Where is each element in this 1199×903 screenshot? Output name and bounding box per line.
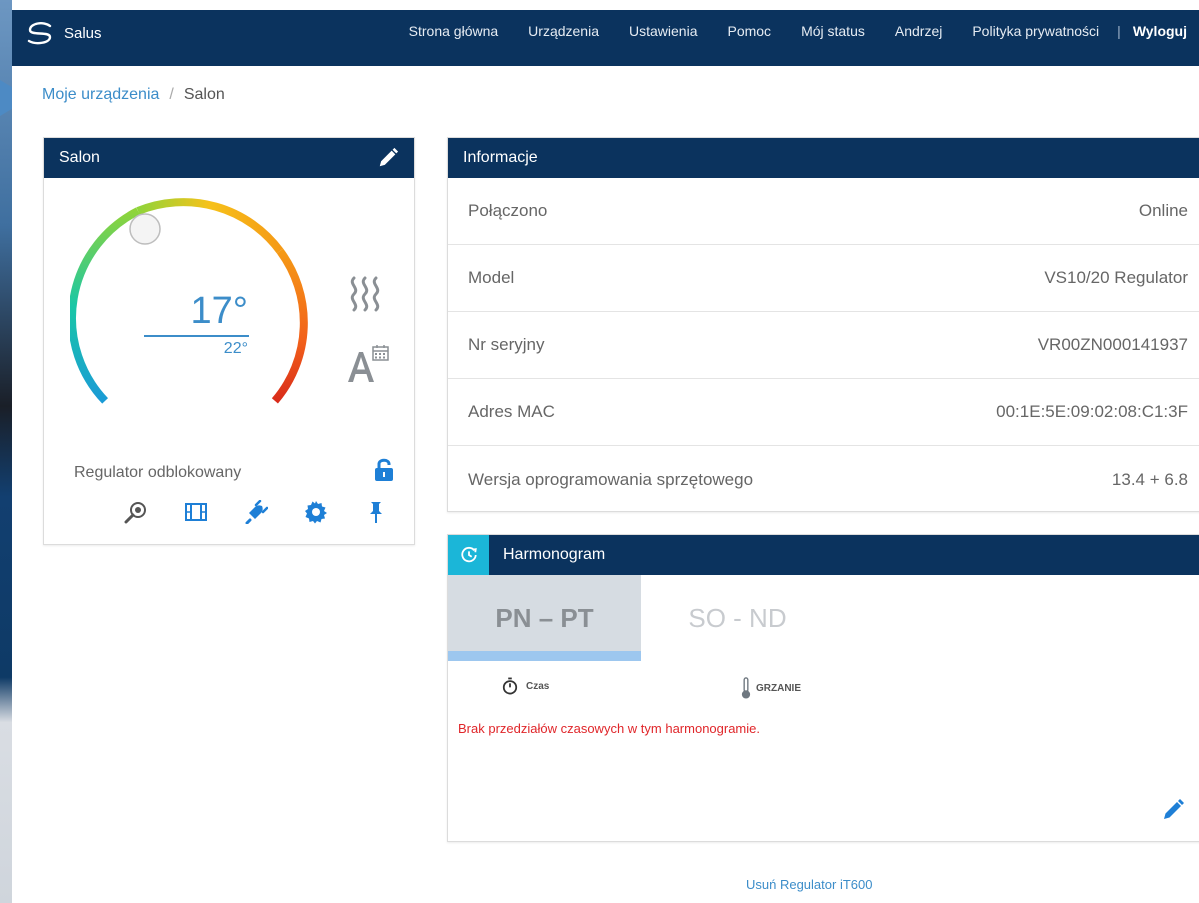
info-row-mac: Adres MAC 00:1E:5E:09:02:08:C1:3F <box>448 379 1199 446</box>
nav-separator: | <box>1117 23 1121 39</box>
nav-user[interactable]: Andrzej <box>895 23 942 39</box>
salus-logo-icon <box>27 22 52 45</box>
salus-logo[interactable]: Salus <box>24 21 102 45</box>
nav-my-status[interactable]: Mój status <box>801 23 865 39</box>
dial-handle <box>129 213 161 245</box>
info-row-firmware: Wersja oprogramowania sprzętowego 13.4 +… <box>448 446 1199 513</box>
schedule-icon-box <box>448 535 489 575</box>
identify-search-icon[interactable] <box>124 500 148 524</box>
device-panel: Salon 17° 22° Regulator odblokowany <box>43 137 415 545</box>
current-temperature: 17° <box>190 290 248 332</box>
breadcrumb: Moje urządzenia / Salon <box>42 86 225 104</box>
info-row-connected: Połączono Online <box>448 178 1199 245</box>
column-time: Czas <box>502 677 549 695</box>
schedule-clock-icon <box>460 546 477 563</box>
set-temperature: 22° <box>223 340 248 357</box>
plug-icon[interactable] <box>244 500 268 524</box>
logo-text: Salus <box>64 24 102 42</box>
thermometer-icon <box>741 677 751 699</box>
nav-help[interactable]: Pomoc <box>727 23 771 39</box>
nav-logout[interactable]: Wyloguj <box>1133 23 1187 39</box>
info-label: Połączono <box>468 201 548 220</box>
schedule-tabs: PN – PT SO - ND <box>448 575 1199 661</box>
breadcrumb-separator: / <box>169 86 174 103</box>
info-label: Model <box>468 268 515 287</box>
schedule-panel: Harmonogram PN – PT SO - ND Czas GRZANIE <box>447 534 1199 842</box>
column-heating-label: GRZANIE <box>756 682 801 694</box>
tab-weekend[interactable]: SO - ND <box>641 575 834 661</box>
auto-schedule-mode-icon[interactable] <box>346 344 390 384</box>
info-label: Nr seryjny <box>468 335 545 354</box>
top-navigation-bar: Salus Strona główna Urządzenia Ustawieni… <box>12 10 1199 66</box>
main-nav: Strona główna Urządzenia Ustawienia Pomo… <box>379 23 1187 39</box>
schedule-columns: Czas GRZANIE <box>448 677 1199 701</box>
schedule-header: Harmonogram <box>448 535 1199 575</box>
schedule-title: Harmonogram <box>503 546 606 563</box>
device-actions <box>124 500 388 524</box>
tab-weekdays[interactable]: PN – PT <box>448 575 641 661</box>
schedule-empty-message: Brak przedziałów czasowych w tym harmono… <box>458 721 760 736</box>
breadcrumb-current: Salon <box>183 86 225 103</box>
info-value: VR00ZN000141937 <box>1037 335 1188 354</box>
column-time-label: Czas <box>526 680 550 692</box>
info-value: Online <box>1138 201 1188 220</box>
nav-home[interactable]: Strona główna <box>409 23 499 39</box>
info-row-serial: Nr seryjny VR00ZN000141937 <box>448 312 1199 379</box>
gear-icon[interactable] <box>304 500 328 524</box>
breadcrumb-my-devices[interactable]: Moje urządzenia <box>42 86 159 103</box>
info-value: 13.4 + 6.8 <box>1111 469 1188 489</box>
edit-schedule-pencil-icon[interactable] <box>1162 797 1186 821</box>
info-value: VS10/20 Regulator <box>1044 268 1188 287</box>
device-panel-header: Salon <box>44 138 414 178</box>
column-heating: GRZANIE <box>740 677 801 699</box>
info-value: 00:1E:5E:09:02:08:C1:3F <box>996 402 1188 421</box>
remove-device-link[interactable]: Usuń Regulator iT600 <box>746 877 872 892</box>
device-title: Salon <box>59 149 100 166</box>
info-label: Wersja oprogramowania sprzętowego <box>468 469 754 489</box>
film-history-icon[interactable] <box>184 500 208 524</box>
lock-status-text: Regulator odblokowany <box>74 464 242 481</box>
nav-settings[interactable]: Ustawienia <box>629 23 697 39</box>
pin-icon[interactable] <box>364 500 388 524</box>
edit-name-pencil-icon[interactable] <box>377 147 399 169</box>
heating-icon <box>350 276 380 312</box>
nav-privacy-policy[interactable]: Polityka prywatności <box>972 23 1099 39</box>
nav-devices[interactable]: Urządzenia <box>528 23 599 39</box>
page-content: Salus Strona główna Urządzenia Ustawieni… <box>12 0 1199 903</box>
information-panel: Informacje Połączono Online Model VS10/2… <box>447 137 1199 512</box>
unlocked-padlock-icon[interactable] <box>374 458 394 482</box>
temperature-divider <box>144 335 249 337</box>
stopwatch-icon <box>502 677 518 695</box>
info-label: Adres MAC <box>468 402 555 421</box>
info-row-model: Model VS10/20 Regulator <box>448 245 1199 312</box>
information-header: Informacje <box>448 138 1199 178</box>
